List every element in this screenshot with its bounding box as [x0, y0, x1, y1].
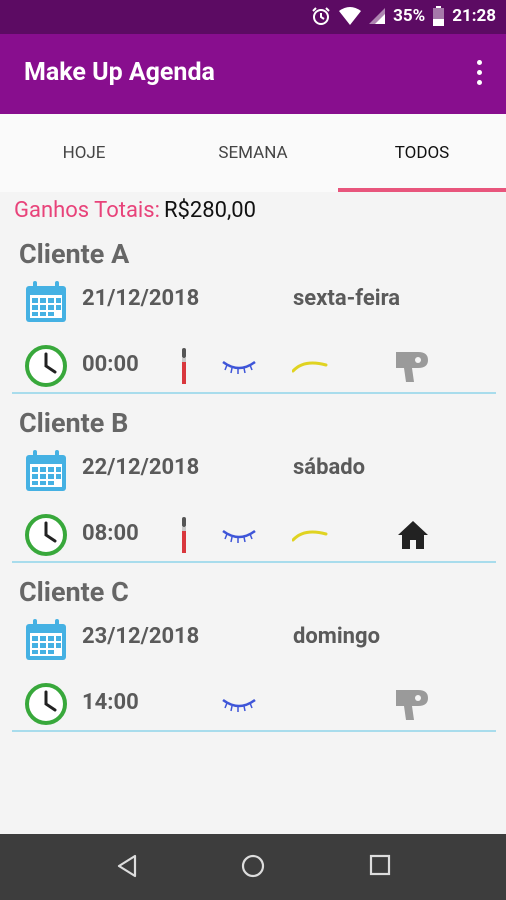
app-bar: Make Up Agenda [0, 34, 506, 114]
earnings-label: Ganhos Totais: [14, 198, 160, 223]
clock-icon [24, 682, 68, 730]
home-circle-icon[interactable] [241, 854, 265, 882]
client-name: Cliente B [19, 407, 129, 439]
clock-icon [24, 344, 68, 392]
app-title: Make Up Agenda [24, 58, 215, 87]
wifi-icon [339, 7, 362, 25]
appointment-weekday: sexta-feira [293, 286, 401, 311]
eyelash-icon [221, 356, 257, 380]
appointment-time: 08:00 [82, 521, 139, 546]
client-name: Cliente C [19, 576, 129, 608]
signal-icon [369, 8, 386, 24]
recents-icon[interactable] [369, 854, 391, 880]
tab-indicator [338, 188, 506, 192]
client-name: Cliente A [19, 238, 130, 270]
earnings-value: R$280,00 [163, 198, 257, 223]
eyebrow-icon [291, 358, 328, 377]
appointment-date: 21/12/2018 [82, 286, 200, 311]
eyebrow-icon [291, 527, 328, 546]
appointment-time: 14:00 [82, 690, 139, 715]
appointment-time: 00:00 [82, 352, 139, 377]
system-nav-bar [0, 834, 506, 900]
card-divider [12, 730, 496, 732]
status-bar: 35% 21:28 [0, 0, 506, 34]
tab-hoje[interactable]: HOJE [0, 114, 168, 192]
hair-dryer-icon [394, 348, 432, 390]
status-icons: 35% 21:28 [311, 6, 496, 26]
appointment-weekday: domingo [293, 624, 381, 649]
makeup-brush-icon [179, 517, 189, 557]
more-vert-icon[interactable] [474, 58, 484, 88]
home-icon [396, 519, 430, 555]
appointment-card[interactable]: Cliente B 22/12/2018 sábado 08:00 [12, 407, 496, 577]
card-divider [12, 561, 496, 563]
appointment-card[interactable]: Cliente A 21/12/2018 sexta-feira 00:00 [12, 238, 496, 408]
earnings-summary: Ganhos Totais: R$280,00 [14, 198, 256, 223]
appointment-card[interactable]: Cliente C 23/12/2018 domingo 14:00 [12, 576, 496, 746]
appointment-date: 23/12/2018 [82, 624, 200, 649]
calendar-icon [24, 449, 68, 497]
calendar-icon [24, 618, 68, 666]
hair-dryer-icon [394, 686, 432, 728]
battery-percent: 35% [393, 6, 426, 26]
tab-bar: HOJE SEMANA TODOS [0, 114, 506, 192]
appointment-date: 22/12/2018 [82, 455, 200, 480]
tab-todos[interactable]: TODOS [338, 114, 506, 192]
clock-icon [24, 513, 68, 561]
battery-icon [433, 6, 445, 26]
back-icon[interactable] [116, 854, 138, 882]
card-divider [12, 392, 496, 394]
status-time: 21:28 [452, 6, 496, 26]
makeup-brush-icon [179, 348, 189, 388]
alarm-icon [311, 6, 331, 26]
eyelash-icon [221, 525, 257, 549]
eyelash-icon [221, 694, 257, 718]
appointment-weekday: sábado [293, 455, 366, 480]
calendar-icon [24, 280, 68, 328]
tab-semana[interactable]: SEMANA [168, 114, 338, 192]
